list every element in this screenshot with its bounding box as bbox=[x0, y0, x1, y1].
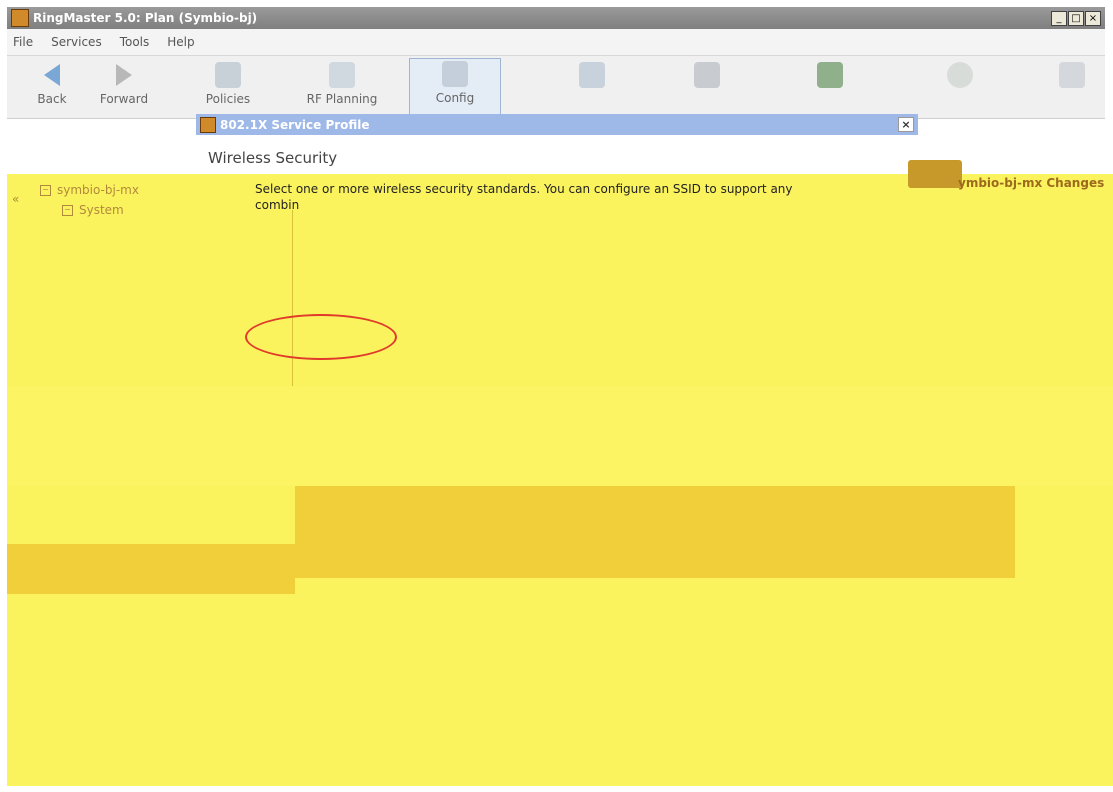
rf-planning-button[interactable]: RF Planning bbox=[297, 60, 387, 106]
overlay-band bbox=[295, 486, 1015, 578]
configure-label: Config bbox=[435, 91, 475, 105]
reports-button[interactable] bbox=[1027, 60, 1113, 92]
menu-tools[interactable]: Tools bbox=[120, 35, 150, 49]
collapse-toggle-icon[interactable]: − bbox=[62, 205, 73, 216]
devices-icon bbox=[694, 62, 720, 88]
dialog-logo-icon bbox=[200, 116, 216, 133]
menu-bar: File Services Tools Help bbox=[7, 29, 1105, 55]
section-heading: Wireless Security bbox=[208, 149, 338, 167]
content-overlay bbox=[7, 174, 1113, 786]
tree-node-system-label: System bbox=[79, 203, 124, 217]
minimize-button[interactable]: _ bbox=[1051, 10, 1067, 26]
reports-icon bbox=[1059, 62, 1085, 88]
alarms-button[interactable] bbox=[915, 60, 1005, 92]
collapse-toggle-icon[interactable]: − bbox=[40, 185, 51, 196]
menu-services[interactable]: Services bbox=[51, 35, 102, 49]
verify-icon bbox=[579, 62, 605, 88]
policies-icon bbox=[215, 62, 241, 88]
configure-icon bbox=[442, 61, 468, 87]
dialog-title: 802.1X Service Profile bbox=[220, 117, 370, 132]
highlight-ellipse bbox=[245, 314, 397, 360]
rf-planning-icon bbox=[329, 62, 355, 88]
devices-button[interactable] bbox=[662, 60, 752, 92]
tree-node-root-label: symbio-bj-mx bbox=[57, 183, 139, 197]
policies-label: Policies bbox=[205, 92, 251, 106]
overlay-band bbox=[7, 544, 295, 594]
maximize-button[interactable]: □ bbox=[1068, 10, 1084, 26]
monitor-button[interactable] bbox=[785, 60, 875, 92]
collapse-chevron-icon[interactable]: « bbox=[12, 192, 19, 206]
changes-icon bbox=[908, 160, 962, 188]
dialog-close-button[interactable]: × bbox=[898, 117, 914, 132]
dialog-title-bar: 802.1X Service Profile × bbox=[196, 114, 918, 135]
overlay-band bbox=[7, 386, 1113, 486]
navigation-tree: − symbio-bj-mx − System bbox=[40, 180, 139, 220]
menu-file[interactable]: File bbox=[13, 35, 33, 49]
tree-node-system[interactable]: − System bbox=[40, 200, 139, 220]
tree-node-root[interactable]: − symbio-bj-mx bbox=[40, 180, 139, 200]
monitor-icon bbox=[817, 62, 843, 88]
toolbar: Back Forward Policies RF Planning Config bbox=[7, 55, 1105, 119]
close-button[interactable]: × bbox=[1085, 10, 1101, 26]
back-arrow-icon bbox=[44, 64, 60, 86]
window-title: RingMaster 5.0: Plan (Symbio-bj) bbox=[33, 11, 258, 25]
panel-divider bbox=[292, 210, 293, 386]
back-label: Back bbox=[37, 92, 67, 106]
forward-label: Forward bbox=[99, 92, 149, 106]
rf-planning-label: RF Planning bbox=[306, 92, 378, 106]
forward-arrow-icon bbox=[116, 64, 132, 86]
window-title-bar: RingMaster 5.0: Plan (Symbio-bj) _ □ × bbox=[7, 7, 1105, 29]
menu-help[interactable]: Help bbox=[167, 35, 194, 49]
configure-button[interactable]: Config bbox=[409, 58, 501, 116]
security-description: Select one or more wireless security sta… bbox=[255, 182, 793, 212]
forward-button[interactable]: Forward bbox=[79, 60, 169, 106]
verify-button[interactable] bbox=[547, 60, 637, 92]
app-logo-icon bbox=[11, 9, 29, 27]
lightbulb-icon bbox=[947, 62, 973, 88]
policies-button[interactable]: Policies bbox=[183, 60, 273, 106]
changes-panel-title: ymbio-bj-mx Changes bbox=[958, 176, 1105, 190]
